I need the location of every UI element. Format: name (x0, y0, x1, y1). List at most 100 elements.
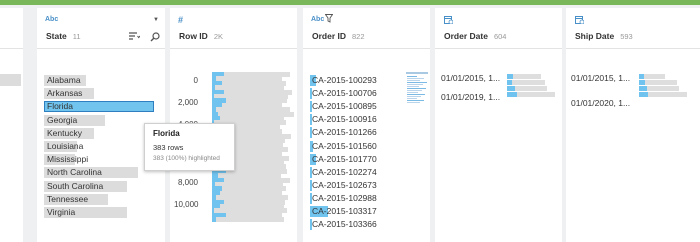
date-type-icon (575, 16, 584, 24)
state-value-label: Mississippi (47, 154, 89, 165)
tooltip-highlighted: 383 (100%) highlighted (153, 155, 220, 162)
minimap-line (407, 88, 426, 89)
state-value-label: Alabama (47, 75, 81, 85)
minimap-line (407, 102, 420, 103)
minimap-line (407, 96, 421, 97)
histogram-highlight (507, 92, 517, 97)
minimap-line (407, 82, 427, 83)
state-value-row[interactable]: Arkansas (44, 87, 156, 100)
order-id-column-header[interactable]: Abc Order ID 822 (303, 8, 430, 49)
previous-column-header (0, 8, 23, 49)
column-count: 822 (352, 32, 365, 41)
state-value-label: Virginia (47, 207, 76, 217)
histogram-highlight (639, 80, 645, 85)
state-value-label: Arkansas (47, 88, 83, 99)
order-id-value-label: CA-2015-100293 (312, 75, 377, 85)
order-id-value-label: CA-2015-101266 (312, 127, 377, 138)
histogram-highlight (639, 92, 648, 97)
histogram-bar (212, 217, 284, 223)
column-count: 604 (493, 32, 507, 41)
minimap-line (407, 100, 424, 101)
state-value-label: Kentucky (47, 127, 82, 138)
minimap-line (407, 90, 422, 91)
order-id-value-row[interactable]: CA-2015-101770 (310, 153, 406, 165)
order-id-value-row[interactable]: CA-2015-100706 (310, 87, 406, 100)
order-id-value-label: CA-2015-100916 (312, 114, 377, 125)
order-id-value-row[interactable]: CA-2015-100293 (310, 74, 406, 86)
ship-date-range-start: 01/01/2015, 1... (571, 73, 631, 83)
histogram-bar (507, 80, 545, 85)
order-id-value-row[interactable]: CA-2015-102988 (310, 192, 406, 204)
order-id-value-row[interactable]: CA-2015-101266 (310, 126, 406, 139)
column-count: 2K (213, 32, 223, 41)
state-value-row[interactable]: Alabama (44, 74, 156, 86)
axis-tick-label: 0 (193, 76, 198, 85)
order-id-value-row[interactable]: CA-2015-100916 (310, 113, 406, 126)
order-date-column-header[interactable]: Order Date 604 (435, 8, 562, 49)
state-value-label: Florida (47, 101, 73, 112)
state-value-row[interactable]: Georgia (44, 114, 156, 126)
order-id-value-label: CA-2015-101770 (312, 153, 377, 164)
order-id-value-row[interactable]: CA-2015-100895 (310, 100, 406, 113)
order-id-value-row[interactable]: CA-2015-102673 (310, 179, 406, 191)
tooltip-row-count: 383 rows (153, 143, 184, 152)
order-id-value-label: CA-2015-100895 (312, 101, 377, 112)
histogram-highlight (507, 74, 513, 79)
state-value-row[interactable]: Florida (44, 100, 156, 113)
order-id-scroll-minimap[interactable] (406, 72, 428, 104)
state-value-label: South Carolina (47, 180, 104, 191)
order-id-value-row[interactable]: CA-2015-102274 (310, 166, 406, 178)
order-id-value-label: CA-2015-101560 (312, 140, 377, 151)
order-id-value-label: CA-2015-103366 (312, 219, 377, 230)
order-id-value-row[interactable]: CA-2015-101560 (310, 140, 406, 152)
row-id-column-header[interactable]: # Row ID 2K (170, 8, 297, 49)
order-id-value-row[interactable]: CA-2015-103317 (310, 205, 406, 217)
column-title: Ship Date 593 (575, 31, 633, 41)
date-type-icon (444, 16, 453, 24)
axis-tick-label: 10,000 (174, 200, 199, 209)
column-title: Order ID 822 (312, 31, 365, 41)
ship-date-column-card[interactable]: Ship Date 593 01/01/2015, 1... 01/01/2020… (566, 8, 700, 242)
string-type-icon: Abc (311, 16, 325, 23)
column-title: State 11 (46, 31, 81, 41)
ship-date-range-end: 01/01/2020, 1... (571, 98, 631, 108)
minimap-line (407, 86, 419, 87)
minimap-line (407, 78, 424, 79)
order-id-value-label: CA-2015-100706 (312, 88, 377, 99)
search-icon[interactable] (150, 32, 160, 45)
column-title: Order Date 604 (444, 31, 507, 41)
ship-date-column-header[interactable]: Ship Date 593 (566, 8, 700, 49)
order-id-value-label: CA-2015-102673 (312, 179, 377, 190)
previous-column-bar (0, 74, 21, 86)
axis-tick-label: 2,000 (177, 98, 198, 107)
state-value-label: Georgia (47, 114, 78, 125)
histogram-highlight (639, 86, 647, 91)
florida-tooltip: Florida 383 rows 383 (100%) highlighted (144, 123, 235, 171)
order-id-value-row[interactable]: CA-2015-103366 (310, 218, 406, 231)
minimap-line (407, 84, 423, 85)
order-date-column-card[interactable]: Order Date 604 01/01/2015, 1... 01/01/201… (435, 8, 562, 242)
state-value-row[interactable]: Louisiana (44, 140, 156, 152)
dropdown-icon[interactable]: ▼ (153, 15, 159, 25)
state-value-row[interactable]: North Carolina (44, 166, 156, 179)
histogram-highlight (212, 217, 216, 223)
filter-icon[interactable] (324, 14, 334, 26)
state-value-row[interactable]: South Carolina (44, 180, 156, 192)
histogram-highlight (507, 86, 515, 91)
order-date-range-end: 01/01/2019, 1... (441, 92, 501, 102)
state-value-row[interactable]: Kentucky (44, 127, 156, 139)
order-id-column-card[interactable]: Abc Order ID 822 CA-2015-100293 CA-2015-10… (303, 8, 430, 242)
state-column-header[interactable]: Abc ▼ State 11 (37, 8, 165, 49)
order-id-value-label: CA-2015-103317 (312, 206, 377, 216)
state-value-row[interactable]: Mississippi (44, 153, 156, 166)
sort-icon[interactable] (129, 32, 141, 44)
order-id-value-label: CA-2015-102274 (312, 166, 377, 177)
histogram-highlight (507, 80, 512, 85)
minimap-line (407, 92, 418, 93)
number-type-icon: # (178, 15, 184, 25)
state-value-row[interactable]: Tennessee (44, 193, 156, 205)
state-value-row[interactable]: Virginia (44, 206, 156, 218)
previous-column-card (0, 8, 23, 242)
axis-tick-label: 8,000 (177, 178, 198, 187)
state-value-label: Louisiana (47, 141, 84, 151)
